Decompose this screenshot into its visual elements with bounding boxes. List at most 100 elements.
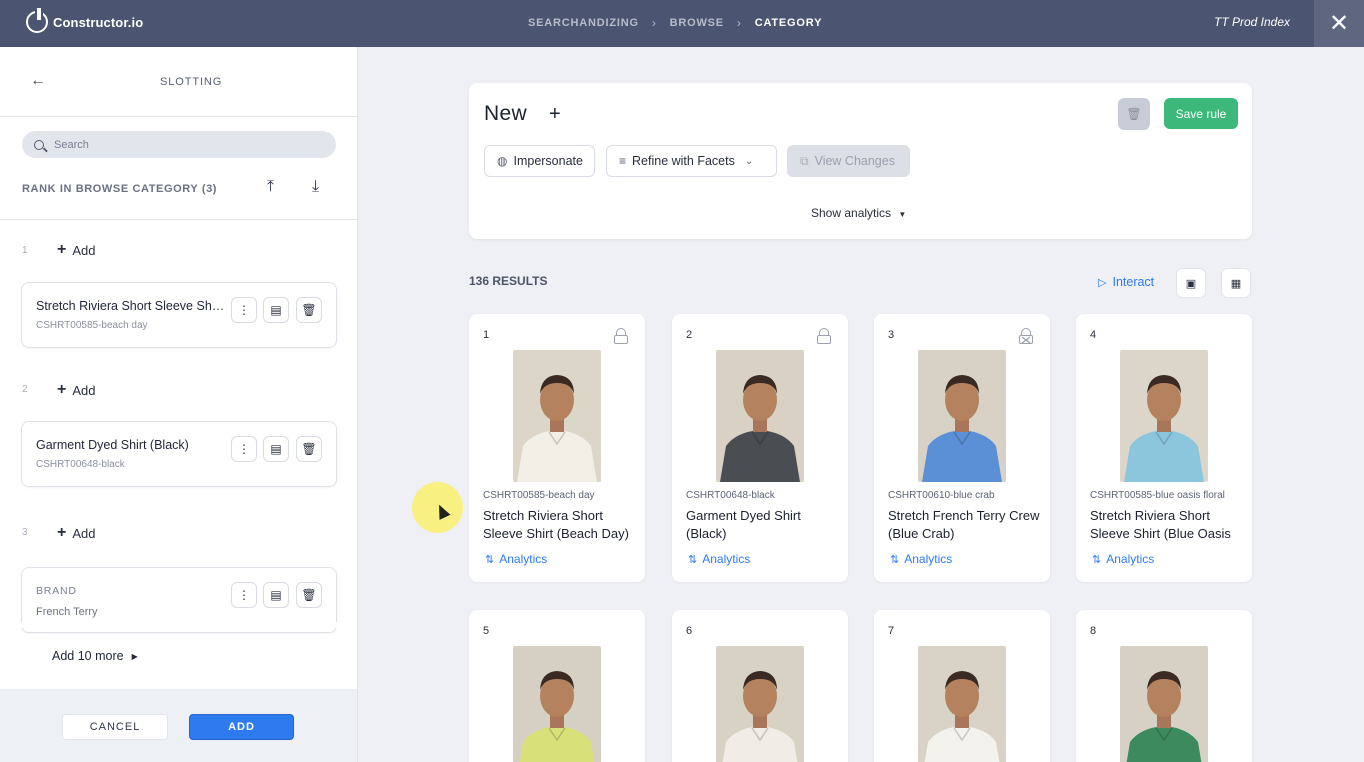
add-slot-1-button[interactable]: + Add — [57, 241, 95, 259]
rank-title: RANK IN BROWSE CATEGORY (3) — [22, 183, 218, 195]
slot-card-1[interactable]: Stretch Riviera Short Sleeve Shirt (Beac… — [21, 282, 337, 348]
product-image[interactable] — [716, 350, 804, 482]
product-image[interactable] — [716, 646, 804, 762]
analytics-link[interactable]: ⇅ Analytics — [1092, 552, 1154, 566]
refine-facets-dropdown[interactable]: ≡ Refine with Facets ⌄ — [606, 145, 777, 177]
analytics-link[interactable]: ⇅ Analytics — [688, 552, 750, 566]
show-analytics-label: Show analytics — [811, 206, 892, 220]
search-input[interactable] — [54, 138, 314, 151]
results-count: 136 RESULTS — [469, 274, 548, 288]
rule-title[interactable]: New — [484, 102, 527, 126]
impersonate-button[interactable]: ◍ Impersonate — [484, 145, 595, 177]
more-options-button[interactable]: ⋮ — [231, 436, 257, 462]
close-icon: ✕ — [1328, 10, 1350, 37]
trash-icon: 🗑 — [1126, 107, 1142, 121]
product-image[interactable] — [918, 646, 1006, 762]
breadcrumb-searchandizing[interactable]: SEARCHANDIZING — [528, 17, 639, 29]
download-icon[interactable]: ⤓ — [312, 178, 319, 196]
product-card[interactable]: 3 CSHRT00610-blue crab Stretch French Terr… — [874, 314, 1050, 582]
breadcrumb-category[interactable]: CATEGORY — [755, 17, 823, 29]
interact-button[interactable]: ▷ Interact — [1098, 275, 1154, 289]
plus-icon: + — [57, 241, 67, 258]
product-card[interactable]: 4 CSHRT00585-blue oasis floral Stretch Riv… — [1076, 314, 1252, 582]
save-rule-button[interactable]: Save rule — [1164, 98, 1238, 129]
sidebar-header: ← SLOTTING — [0, 47, 357, 117]
logo-text: Constructor.io — [53, 14, 144, 30]
product-card[interactable]: 1 CSHRT00585-beach day Stretch Riviera Sho… — [469, 314, 645, 582]
lock-icon[interactable] — [816, 328, 832, 344]
view-changes-button[interactable]: ⧉ View Changes — [787, 145, 910, 177]
slot-card-2[interactable]: Garment Dyed Shirt (Black) CSHRT00648-bl… — [21, 421, 337, 487]
product-rank: 8 — [1090, 625, 1097, 637]
analytics-icon: ⇅ — [485, 553, 495, 566]
lock-icon[interactable] — [613, 328, 629, 344]
product-image[interactable] — [1120, 350, 1208, 482]
show-analytics-toggle[interactable]: Show analytics ▼ — [811, 206, 906, 220]
chevron-right-icon: › — [736, 16, 742, 30]
product-card[interactable]: 5 — [469, 610, 645, 762]
plus-icon: + — [57, 381, 67, 398]
add-slot-3-button[interactable]: + Add — [57, 524, 95, 542]
delete-slot-button[interactable]: 🗑 — [296, 436, 322, 462]
product-card[interactable]: 7 — [874, 610, 1050, 762]
view-changes-label: View Changes — [814, 154, 895, 168]
close-button[interactable]: ✕ — [1314, 0, 1364, 47]
impersonate-label: Impersonate — [513, 154, 583, 168]
slot-product-name: Stretch Riviera Short Sleeve Shirt (Beac… — [36, 299, 226, 313]
product-name[interactable]: Stretch Riviera Short Sleeve Shirt (Beac… — [483, 507, 637, 543]
product-rank: 2 — [686, 329, 693, 341]
product-image[interactable] — [513, 646, 601, 762]
product-name[interactable]: Stretch French Terry Crew (Blue Crab) — [888, 507, 1042, 543]
analytics-link[interactable]: ⇅ Analytics — [890, 552, 952, 566]
product-name[interactable]: Garment Dyed Shirt (Black) — [686, 507, 840, 543]
power-logo-icon — [26, 8, 48, 33]
product-image[interactable] — [918, 350, 1006, 482]
delete-slot-button[interactable]: 🗑 — [296, 582, 322, 608]
product-image[interactable] — [513, 350, 601, 482]
add-button[interactable]: ADD — [189, 714, 294, 740]
trash-icon: 🗑 — [301, 588, 317, 602]
analytics-label: Analytics — [904, 552, 953, 566]
plus-icon: + — [57, 524, 67, 541]
add-slot-2-button[interactable]: + Add — [57, 381, 95, 399]
analytics-link[interactable]: ⇅ Analytics — [485, 552, 547, 566]
search-bar[interactable] — [22, 131, 336, 158]
delete-slot-button[interactable]: 🗑 — [296, 297, 322, 323]
product-card[interactable]: 2 CSHRT00648-black Garment Dyed Shirt (Bla… — [672, 314, 848, 582]
list-clip — [0, 622, 357, 628]
top-bar: Constructor.io SEARCHANDIZING › BROWSE ›… — [0, 0, 1364, 47]
add-rule-icon[interactable]: + — [549, 103, 561, 126]
back-arrow-icon[interactable]: ← — [30, 72, 46, 90]
impersonate-icon: ◍ — [497, 154, 508, 168]
product-rank: 6 — [686, 625, 693, 637]
product-rank: 7 — [888, 625, 895, 637]
interact-label: Interact — [1112, 275, 1155, 289]
analytics-label: Analytics — [1106, 552, 1155, 566]
schedule-button[interactable]: ▤ — [263, 582, 289, 608]
filter-icon: ≡ — [619, 154, 627, 168]
constructor-logo[interactable]: Constructor.io — [26, 8, 144, 33]
product-name[interactable]: Stretch Riviera Short Sleeve Shirt (Blue… — [1090, 507, 1244, 543]
upload-icon[interactable]: ⤒ — [267, 178, 274, 196]
product-rank: 3 — [888, 329, 895, 341]
more-options-button[interactable]: ⋮ — [231, 297, 257, 323]
grid-view-button[interactable]: ▦ — [1221, 268, 1251, 298]
delete-rule-button[interactable]: 🗑 — [1118, 98, 1150, 130]
add-more-button[interactable]: Add 10 more ▶ — [52, 649, 138, 663]
breadcrumb-browse[interactable]: BROWSE — [670, 17, 724, 29]
unpin-lock-icon[interactable] — [1018, 328, 1034, 344]
more-vertical-icon: ⋮ — [238, 303, 250, 317]
cancel-button[interactable]: CANCEL — [62, 714, 168, 740]
product-image[interactable] — [1120, 646, 1208, 762]
more-options-button[interactable]: ⋮ — [231, 582, 257, 608]
list-view-button[interactable]: ▣ — [1176, 268, 1206, 298]
schedule-button[interactable]: ▤ — [263, 297, 289, 323]
more-vertical-icon: ⋮ — [238, 588, 250, 602]
index-selector[interactable]: TT Prod Index — [1214, 15, 1290, 29]
slot-number: 1 — [22, 245, 28, 256]
schedule-button[interactable]: ▤ — [263, 436, 289, 462]
product-card[interactable]: 6 — [672, 610, 848, 762]
product-card[interactable]: 8 — [1076, 610, 1252, 762]
add-label: Add — [72, 382, 96, 398]
add-label: Add — [72, 525, 96, 541]
